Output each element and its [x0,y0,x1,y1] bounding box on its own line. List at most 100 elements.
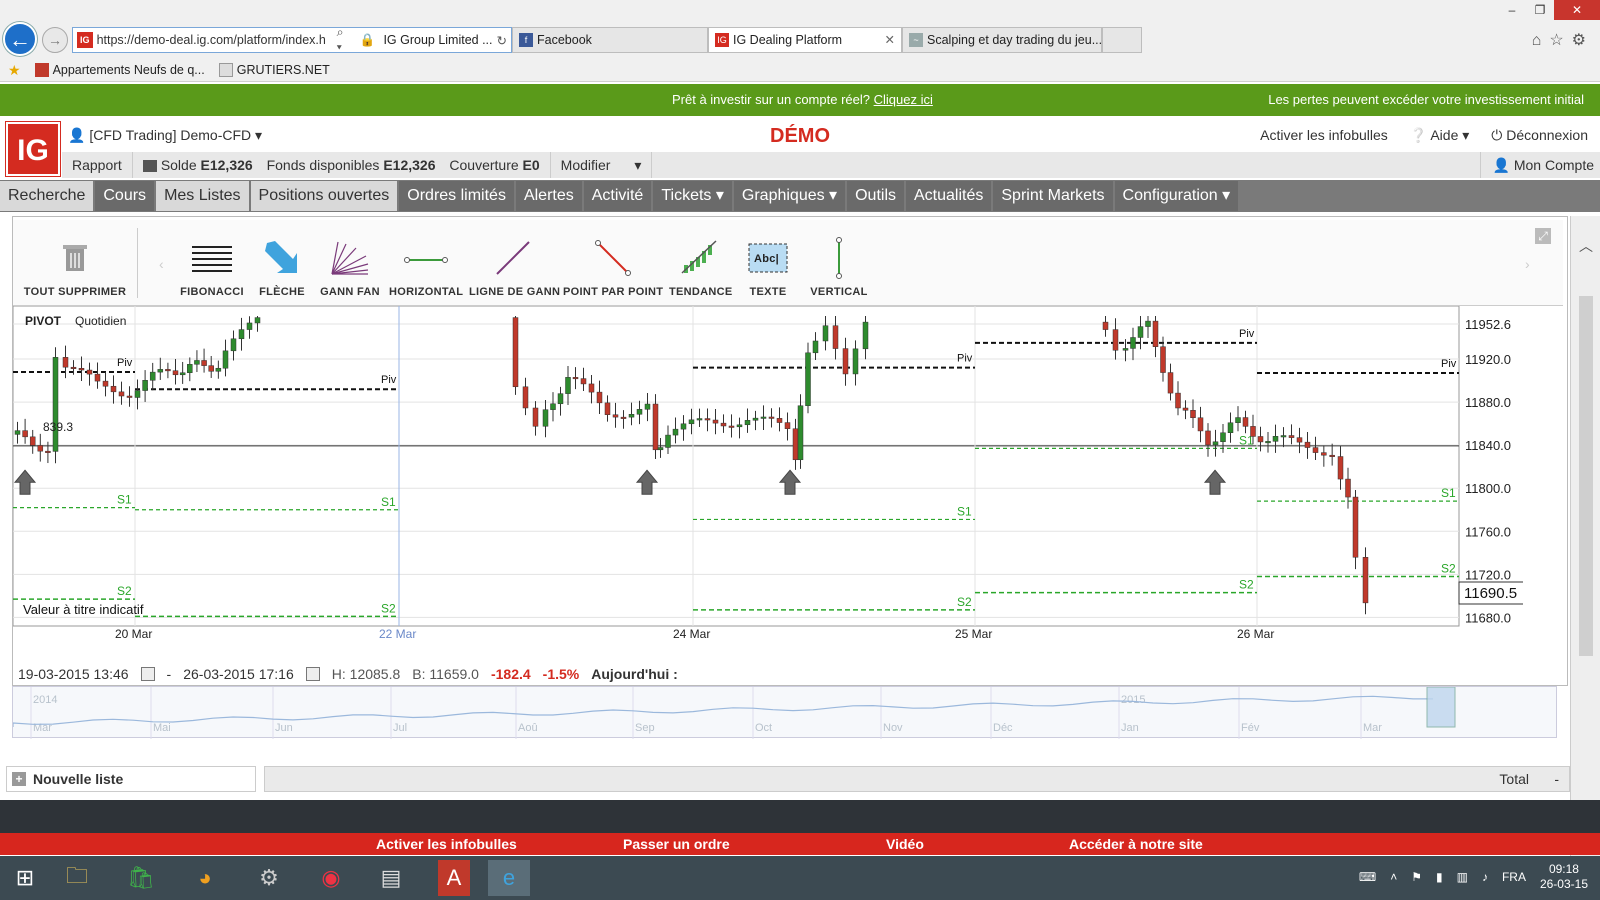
tab-facebook[interactable]: f Facebook [512,27,708,53]
calendar-icon[interactable] [140,667,155,681]
overview-month: Sep [635,722,655,734]
scrollbar-thumb[interactable] [1579,296,1593,656]
nav-tickets[interactable]: Tickets ▾ [653,181,732,211]
tab-close-icon[interactable]: ✕ [885,28,895,52]
tool-app-icon[interactable]: ⚙ [248,860,290,896]
tool-label: VERTICAL [810,286,868,298]
tool-arrow[interactable]: FLÈCHE [253,220,311,298]
tool-horizontal[interactable]: HORIZONTAL [389,220,463,298]
nav-cours[interactable]: Cours [95,181,155,211]
range-to[interactable]: 26-03-2015 17:16 [183,666,294,682]
language-indicator[interactable]: FRA [1502,870,1526,884]
scroll-left-icon[interactable]: ‹ [159,256,164,272]
favorite-link[interactable]: GRUTIERS.NET [218,63,330,78]
overview-chart: Mar Mai Jun Jul Aoû Sep Oct Nov Déc Jan Fév Mar2014… [12,686,1456,739]
favorites-star-icon[interactable]: ☆ [1549,32,1571,49]
new-list-button[interactable]: + Nouvelle liste [6,766,256,792]
tool-gann-line[interactable]: LIGNE DE GANN [469,220,560,298]
nav-configuration[interactable]: Configuration ▾ [1114,181,1239,211]
banner-link[interactable]: Cliquez ici [874,92,933,107]
nav-positions-ouvertes[interactable]: Positions ouvertes [250,181,398,211]
back-button[interactable]: ← [3,22,37,56]
footer-place-order-link[interactable]: Passer un ordre [623,836,730,852]
tool-delete-all[interactable]: TOUT SUPPRIMER [23,220,127,298]
range-from[interactable]: 19-03-2015 13:46 [18,666,129,682]
internet-explorer-icon[interactable]: e [488,860,530,896]
picasa-icon[interactable]: ◕ [184,860,226,896]
account-selector[interactable]: 👤 [CFD Trading] Demo-CFD ▾ [68,127,262,144]
overview-navigator[interactable]: Mar Mai Jun Jul Aoû Sep Oct Nov Déc Jan Fév Mar 2014… [12,686,1557,739]
settings-gear-icon[interactable]: ⚙ [1572,32,1594,49]
new-tab-button[interactable] [1102,27,1142,53]
overview-month: Jul [393,722,407,734]
tool-point-to-point[interactable]: POINT PAR POINT [563,220,663,298]
favorite-link[interactable]: Appartements Neufs de q... [34,63,205,78]
candle-body [37,445,44,452]
pdf-reader-icon[interactable]: A [438,860,470,896]
tool-text[interactable]: Abc| TEXTE [743,220,793,298]
pivot-label: Piv [381,374,397,386]
battery-icon[interactable]: ▮ [1436,870,1443,884]
documents-icon[interactable]: ▤ [370,860,412,896]
tool-label: GANN FAN [320,286,380,298]
windows-start-icon[interactable]: ⊞ [4,860,46,896]
tooltips-link[interactable]: Activer les infobulles [1260,127,1388,144]
certificate-label[interactable]: IG Group Limited ... [383,33,492,47]
file-explorer-icon[interactable]: 🗀 [56,860,98,896]
scroll-right-icon[interactable]: › [1525,256,1530,272]
clock[interactable]: 09:18 26-03-15 [1540,862,1588,892]
forward-button[interactable]: → [42,27,68,53]
ig-logo[interactable]: IG [6,122,60,176]
nav-ordres-limites[interactable]: Ordres limités [399,181,514,211]
scroll-up-icon[interactable]: ︿ [1579,236,1593,256]
nav-graphiques[interactable]: Graphiques ▾ [733,181,846,211]
nav-outils[interactable]: Outils [847,181,904,211]
tool-gann-fan[interactable]: GANN FAN [317,220,383,298]
candle-body [1304,441,1311,448]
volume-icon[interactable]: ♪ [1482,870,1488,884]
chrome-icon[interactable]: ◉ [310,860,352,896]
tool-vertical[interactable]: VERTICAL [809,220,869,298]
report-link[interactable]: Rapport [62,152,133,178]
nav-recherche[interactable]: Recherche [0,181,94,211]
tool-trend[interactable]: TENDANCE [669,220,732,298]
refresh-icon[interactable]: ↻ [497,33,507,48]
footer-site-link[interactable]: Accéder à notre site [1069,836,1203,852]
calendar-icon[interactable] [305,667,320,681]
overview-line [12,695,1433,727]
candle-body [1212,441,1219,446]
flag-icon[interactable]: ⚑ [1411,870,1422,884]
network-icon[interactable]: ▥ [1457,870,1468,884]
expand-icon[interactable]: ⤢ [1535,228,1551,244]
nav-actualites[interactable]: Actualités [906,181,992,211]
nav-activite[interactable]: Activité [583,181,652,211]
store-icon[interactable]: 🛍 [120,860,162,896]
footer-video-link[interactable]: Vidéo [886,836,924,852]
logout-link[interactable]: ⏻ Déconnexion [1491,127,1588,144]
address-bar[interactable]: IG https://demo-deal.ig.com/platform/ind… [72,25,512,55]
tab-ig-dealing[interactable]: IG IG Dealing Platform ✕ [708,27,902,53]
tab-scalping[interactable]: ~ Scalping et day trading du jeu... [902,27,1102,53]
address-url[interactable]: https://demo-deal.ig.com/platform/index.… [97,33,333,47]
nav-alertes[interactable]: Alertes [515,181,582,211]
overview-month: Nov [883,722,903,734]
help-link[interactable]: ❔ Aide ▾ [1410,127,1470,144]
restore-icon[interactable]: ❐ [1526,0,1554,20]
minimize-icon[interactable]: – [1498,0,1526,20]
tool-fibonacci[interactable]: FIBONACCI [177,220,247,298]
candle-body [1288,435,1295,438]
nav-sprint-markets[interactable]: Sprint Markets [993,181,1113,211]
search-icon[interactable]: ⌕ ▾ [337,25,352,55]
price-chart[interactable]: PivS1S2PivS1S2PivS1S2PivS1S2PivS1S2 1195… [13,306,1523,656]
nav-mes-listes[interactable]: Mes Listes [156,181,249,211]
close-window-icon[interactable]: ✕ [1554,0,1600,20]
tray-up-icon[interactable]: ˄ [1390,870,1397,884]
page-scrollbar[interactable]: ︿ ﹀ [1570,216,1600,856]
x-tick-label: 22 Mar [379,627,416,641]
home-icon[interactable]: ⌂ [1532,32,1550,49]
footer-tooltips-link[interactable]: Activer les infobulles [376,836,517,852]
my-account-link[interactable]: 👤 Mon Compte [1479,152,1594,178]
modify-dropdown[interactable]: Modifier ▾ [551,152,653,178]
favorites-star-icon[interactable]: ★ [8,62,21,79]
keyboard-icon[interactable]: ⌨ [1359,870,1376,884]
